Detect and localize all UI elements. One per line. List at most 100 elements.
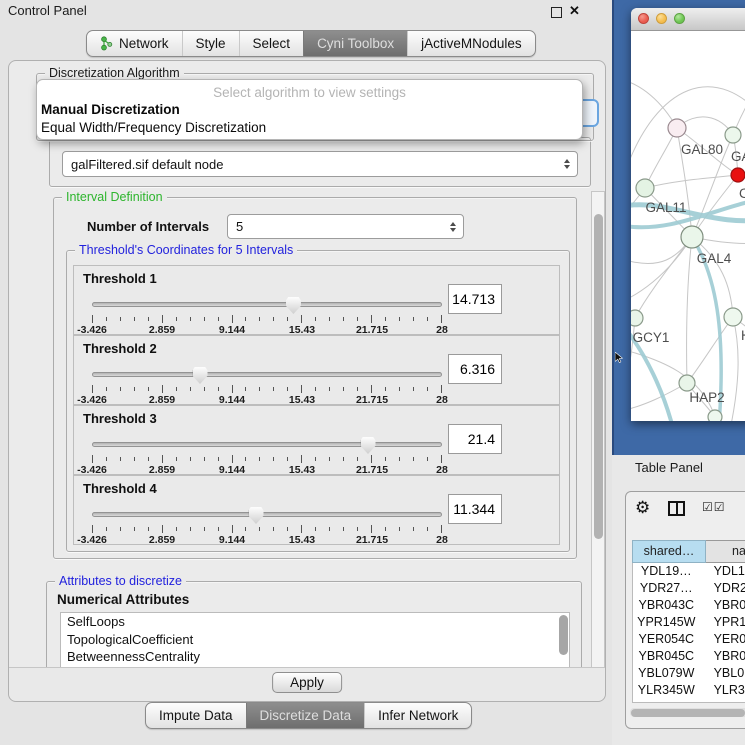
scrollbar-thumb[interactable] [594,214,603,539]
scrollbar-thumb[interactable] [631,709,745,717]
gear-icon[interactable]: ⚙ [635,498,650,518]
threshold-panel: Threshold 3 -3.4262.8599.14415.4321.7152… [73,405,560,475]
tab-impute-data[interactable]: Impute Data [146,703,246,728]
slider-track[interactable] [92,302,442,307]
numerical-attributes-heading: Numerical Attributes [57,592,189,607]
tab-label: Style [196,36,226,51]
column-header-name[interactable]: na [706,540,745,563]
table-row[interactable]: YLR345WYLR3 [633,682,745,699]
threshold-label: Threshold 2 [83,341,157,356]
table-row[interactable]: YBR045CYBR0 [633,648,745,665]
close-traffic-icon[interactable] [638,13,649,24]
numerical-attributes-list[interactable]: SelfLoopsTopologicalCoefficientBetweenne… [60,612,570,668]
threshold-value-field[interactable]: 21.4 [448,424,502,454]
GCY1-node[interactable] [631,310,643,326]
table-row[interactable]: YER054CYER0 [633,631,745,648]
table-row[interactable]: YDL19…YDL1 [633,563,745,580]
threshold-slider[interactable]: -3.4262.8599.14415.4321.71528 [92,364,442,404]
node-table[interactable]: shared… na YDL19…YDL1YDR27…YDR2YBR043CYB… [632,540,745,703]
network-icon [100,36,113,51]
slider-thumb[interactable] [249,507,264,524]
right-node[interactable] [724,308,742,326]
attribute-item[interactable]: SelfLoops [61,613,569,631]
tab-select[interactable]: Select [239,31,304,56]
bottom-tabbar: Impute DataDiscretize DataInfer Network [145,702,472,729]
threshold-value-field[interactable]: 6.316 [448,354,502,384]
tab-style[interactable]: Style [182,31,239,56]
split-panel-icon[interactable] [668,501,685,516]
slider-ticks [92,455,442,463]
vertical-scrollbar[interactable] [591,191,605,669]
close-icon[interactable]: ✕ [569,3,580,19]
threshold-slider[interactable]: -3.4262.8599.14415.4321.71528 [92,504,442,544]
tab-infer-network[interactable]: Infer Network [364,703,471,728]
tab-jactivemnodules[interactable]: jActiveMNodules [407,31,535,56]
slider-thumb[interactable] [193,367,208,384]
tab-cyni-toolbox[interactable]: Cyni Toolbox [303,31,407,56]
tab-discretize-data[interactable]: Discretize Data [246,703,365,728]
node-label: GA [731,149,745,164]
interval-definition-group: Interval Definition Number of Intervals … [53,197,577,559]
dropdown-option-manual[interactable]: Manual Discretization [41,102,180,117]
top-right-node[interactable] [725,127,741,143]
cell-name: YBL0 [700,665,745,682]
GAL11-node[interactable] [636,179,654,197]
float-icon[interactable] [551,7,562,18]
algorithm-dropdown-popup: Select algorithm to view settings Manual… [36,79,583,140]
network-view-window[interactable]: GAL80GACGAL11GAL4GCY1HHAP2 [631,8,745,421]
slider-thumb[interactable] [286,297,301,314]
slider-thumb[interactable] [361,437,376,454]
threshold-panel: Threshold 1 -3.4262.8599.14415.4321.7152… [73,265,560,335]
slider-track[interactable] [92,442,442,447]
threshold-value-field[interactable]: 11.344 [448,494,502,524]
node-label: GCY1 [633,330,670,345]
group-label: Attributes to discretize [55,574,186,588]
GAL4-node[interactable] [681,226,703,248]
slider-tick-labels: -3.4262.8599.14415.4321.71528 [92,534,442,546]
table-header-row: shared… na [632,540,745,563]
threshold-label: Threshold 4 [83,481,157,496]
threshold-slider[interactable]: -3.4262.8599.14415.4321.71528 [92,294,442,334]
table-row[interactable]: YBR043CYBR0 [633,597,745,614]
node-label: H [741,328,745,343]
HAP2-node[interactable] [679,375,695,391]
table-row[interactable]: YDR27…YDR2 [633,580,745,597]
column-header-shared[interactable]: shared… [632,540,706,563]
table-row[interactable]: YPR145WYPR1 [633,614,745,631]
cell-shared-name: YBR043C [633,597,700,614]
group-label: Interval Definition [62,191,167,204]
node-label: HAP2 [689,390,724,405]
cell-shared-name: YBR045C [633,648,700,665]
threshold-value-field[interactable]: 14.713 [448,284,502,314]
node-label: GAL11 [645,200,686,215]
settings-scroll-area: Interval Definition Number of Intervals … [41,191,587,669]
network-window-titlebar[interactable] [631,8,745,31]
table-data-combobox[interactable]: galFiltered.sif default node [62,151,578,177]
network-graph[interactable]: GAL80GACGAL11GAL4GCY1HHAP2 [631,30,745,421]
column-checkbox-icons[interactable]: ☑☑ [702,500,726,514]
slider-track[interactable] [92,512,442,517]
dropdown-option-equal-width[interactable]: Equal Width/Frequency Discretization [41,120,266,135]
slider-track[interactable] [92,372,442,377]
list-scrollbar[interactable] [559,615,568,655]
table-row[interactable]: YIL053CYIL0 [633,699,745,703]
apply-button[interactable]: Apply [272,672,342,693]
minimize-traffic-icon[interactable] [656,13,667,24]
table-row[interactable]: YBL079WYBL0 [633,665,745,682]
bottom-node[interactable] [708,410,722,421]
attribute-item[interactable]: TopologicalCoefficient [61,631,569,649]
cell-name: YER0 [700,631,745,648]
tab-network[interactable]: Network [87,31,182,56]
threshold-slider[interactable]: -3.4262.8599.14415.4321.71528 [92,434,442,474]
thresholds-group: Threshold's Coordinates for 5 Intervals … [66,250,570,552]
tab-label: Network [119,36,169,51]
zoom-traffic-icon[interactable] [674,13,685,24]
tab-label: Cyni Toolbox [317,36,394,51]
number-of-intervals-combobox[interactable]: 5 [227,214,464,239]
GAL80-node[interactable] [668,119,686,137]
attribute-item[interactable]: BetweennessCentrality [61,648,569,666]
horizontal-scrollbar[interactable] [630,708,745,717]
red-node[interactable] [731,168,745,182]
mouse-cursor [615,352,625,364]
cell-shared-name: YIL053C [633,699,700,703]
